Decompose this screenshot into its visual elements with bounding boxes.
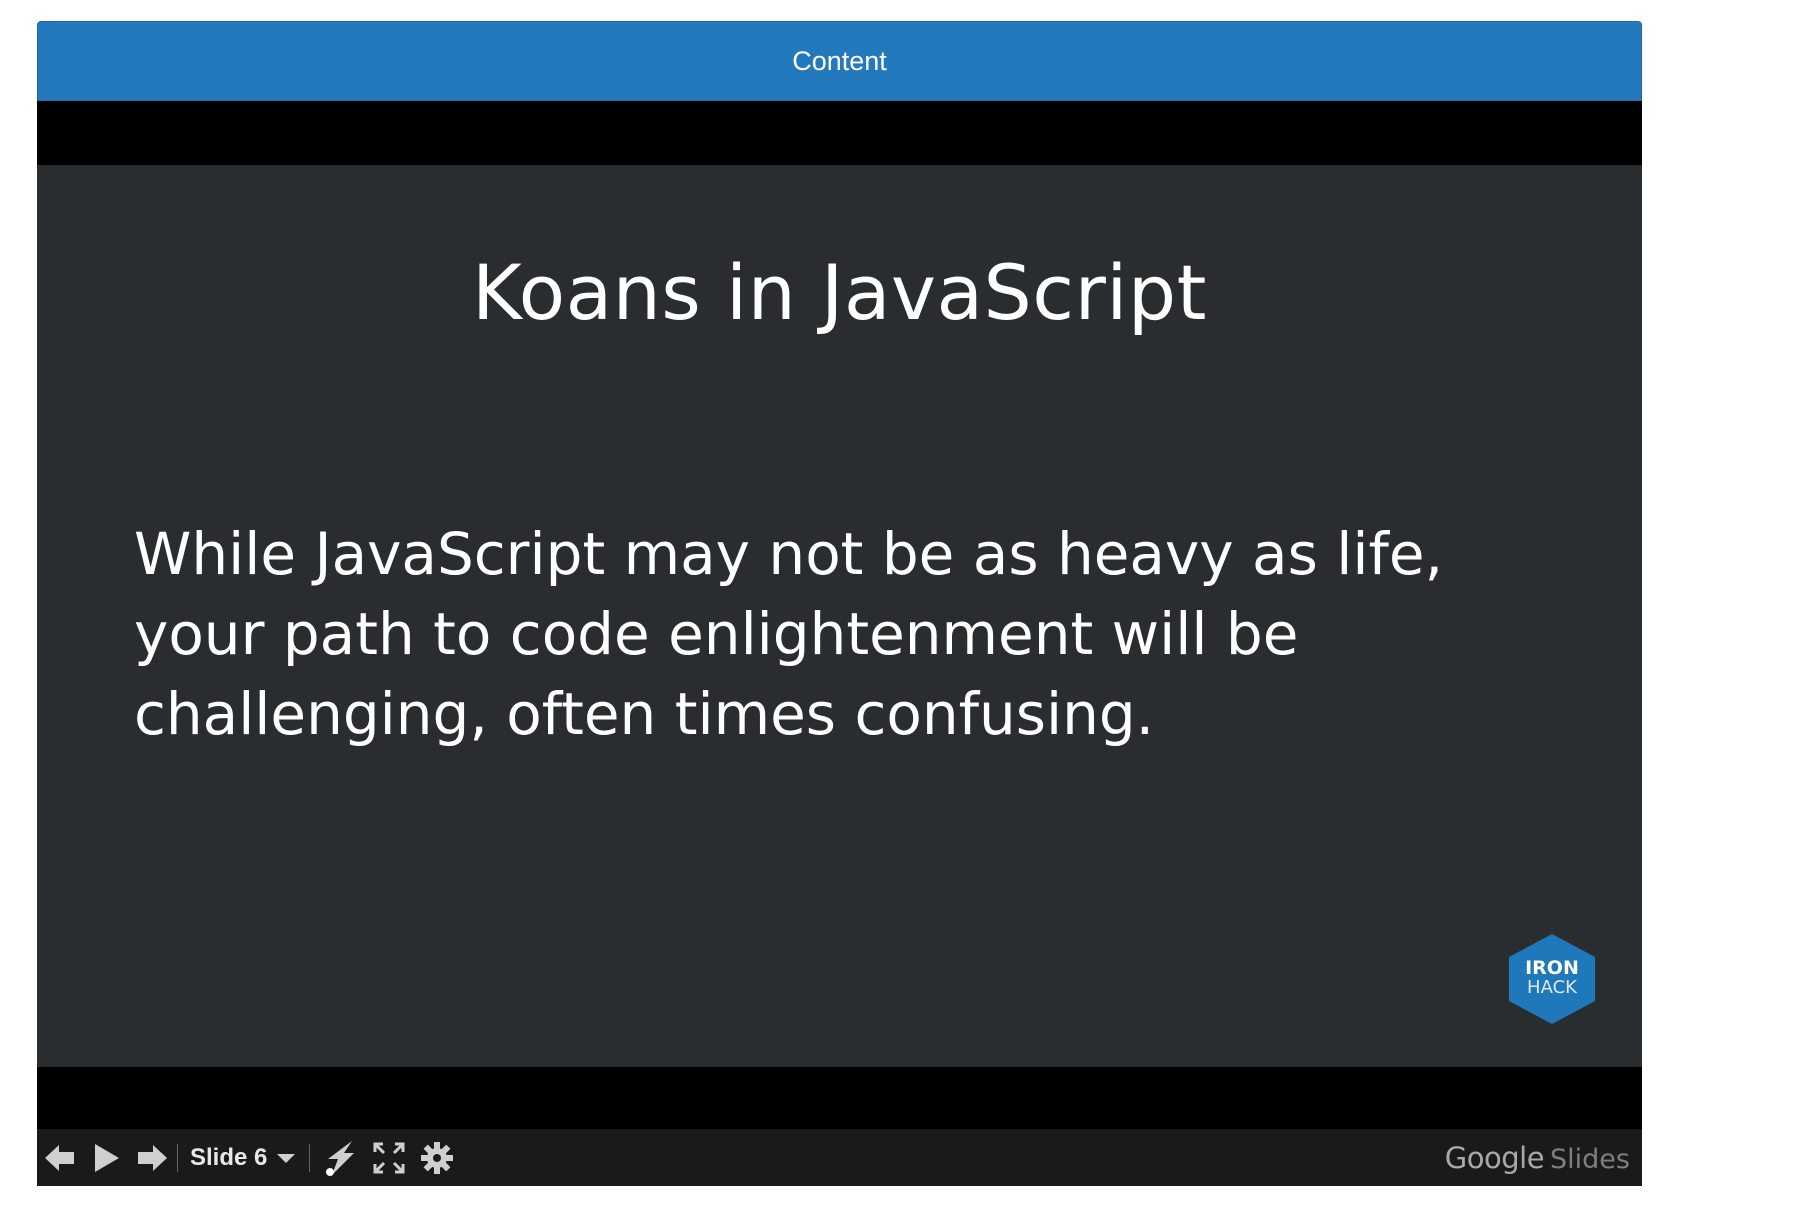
play-icon — [95, 1143, 119, 1172]
logo-line-hack: HACK — [1527, 977, 1577, 998]
embedded-slides-frame: Content Koans in JavaScript While JavaSc… — [37, 21, 1642, 1186]
settings-button[interactable] — [420, 1138, 454, 1178]
slide-title: Koans in JavaScript — [472, 248, 1207, 337]
content-header: Content — [37, 21, 1642, 101]
gear-icon — [421, 1141, 454, 1174]
chevron-down-icon — [277, 1153, 296, 1163]
arrow-right-icon — [138, 1144, 167, 1171]
slide-number-label: Slide 6 — [190, 1143, 268, 1171]
branding-google: Google — [1444, 1140, 1545, 1175]
content-header-title: Content — [792, 45, 887, 76]
branding-slides: Slides — [1550, 1143, 1630, 1175]
ironhack-logo: IRON HACK — [1507, 932, 1597, 1026]
fullscreen-button[interactable] — [372, 1138, 406, 1178]
slide-body-text: While JavaScript may not be as heavy as … — [134, 520, 1444, 748]
slide-number-select[interactable]: Slide 6 — [186, 1144, 301, 1172]
laser-pointer-icon — [326, 1140, 355, 1176]
fullscreen-icon — [373, 1142, 405, 1173]
arrow-left-icon — [45, 1144, 74, 1171]
laser-pointer-button[interactable] — [322, 1138, 358, 1178]
toolbar-divider — [177, 1143, 178, 1172]
previous-slide-button[interactable] — [43, 1138, 77, 1178]
slides-toolbar: Slide 6 Google Slides — [37, 1129, 1642, 1186]
play-button[interactable] — [91, 1138, 121, 1178]
slides-viewer: Koans in JavaScript While JavaScript may… — [37, 101, 1642, 1186]
logo-text: IRON HACK — [1507, 958, 1597, 998]
logo-line-iron: IRON — [1525, 957, 1579, 979]
slide: Koans in JavaScript While JavaScript may… — [37, 165, 1642, 1067]
google-slides-branding[interactable]: Google Slides — [1445, 1141, 1630, 1175]
next-slide-button[interactable] — [135, 1138, 169, 1178]
toolbar-divider — [309, 1143, 311, 1172]
